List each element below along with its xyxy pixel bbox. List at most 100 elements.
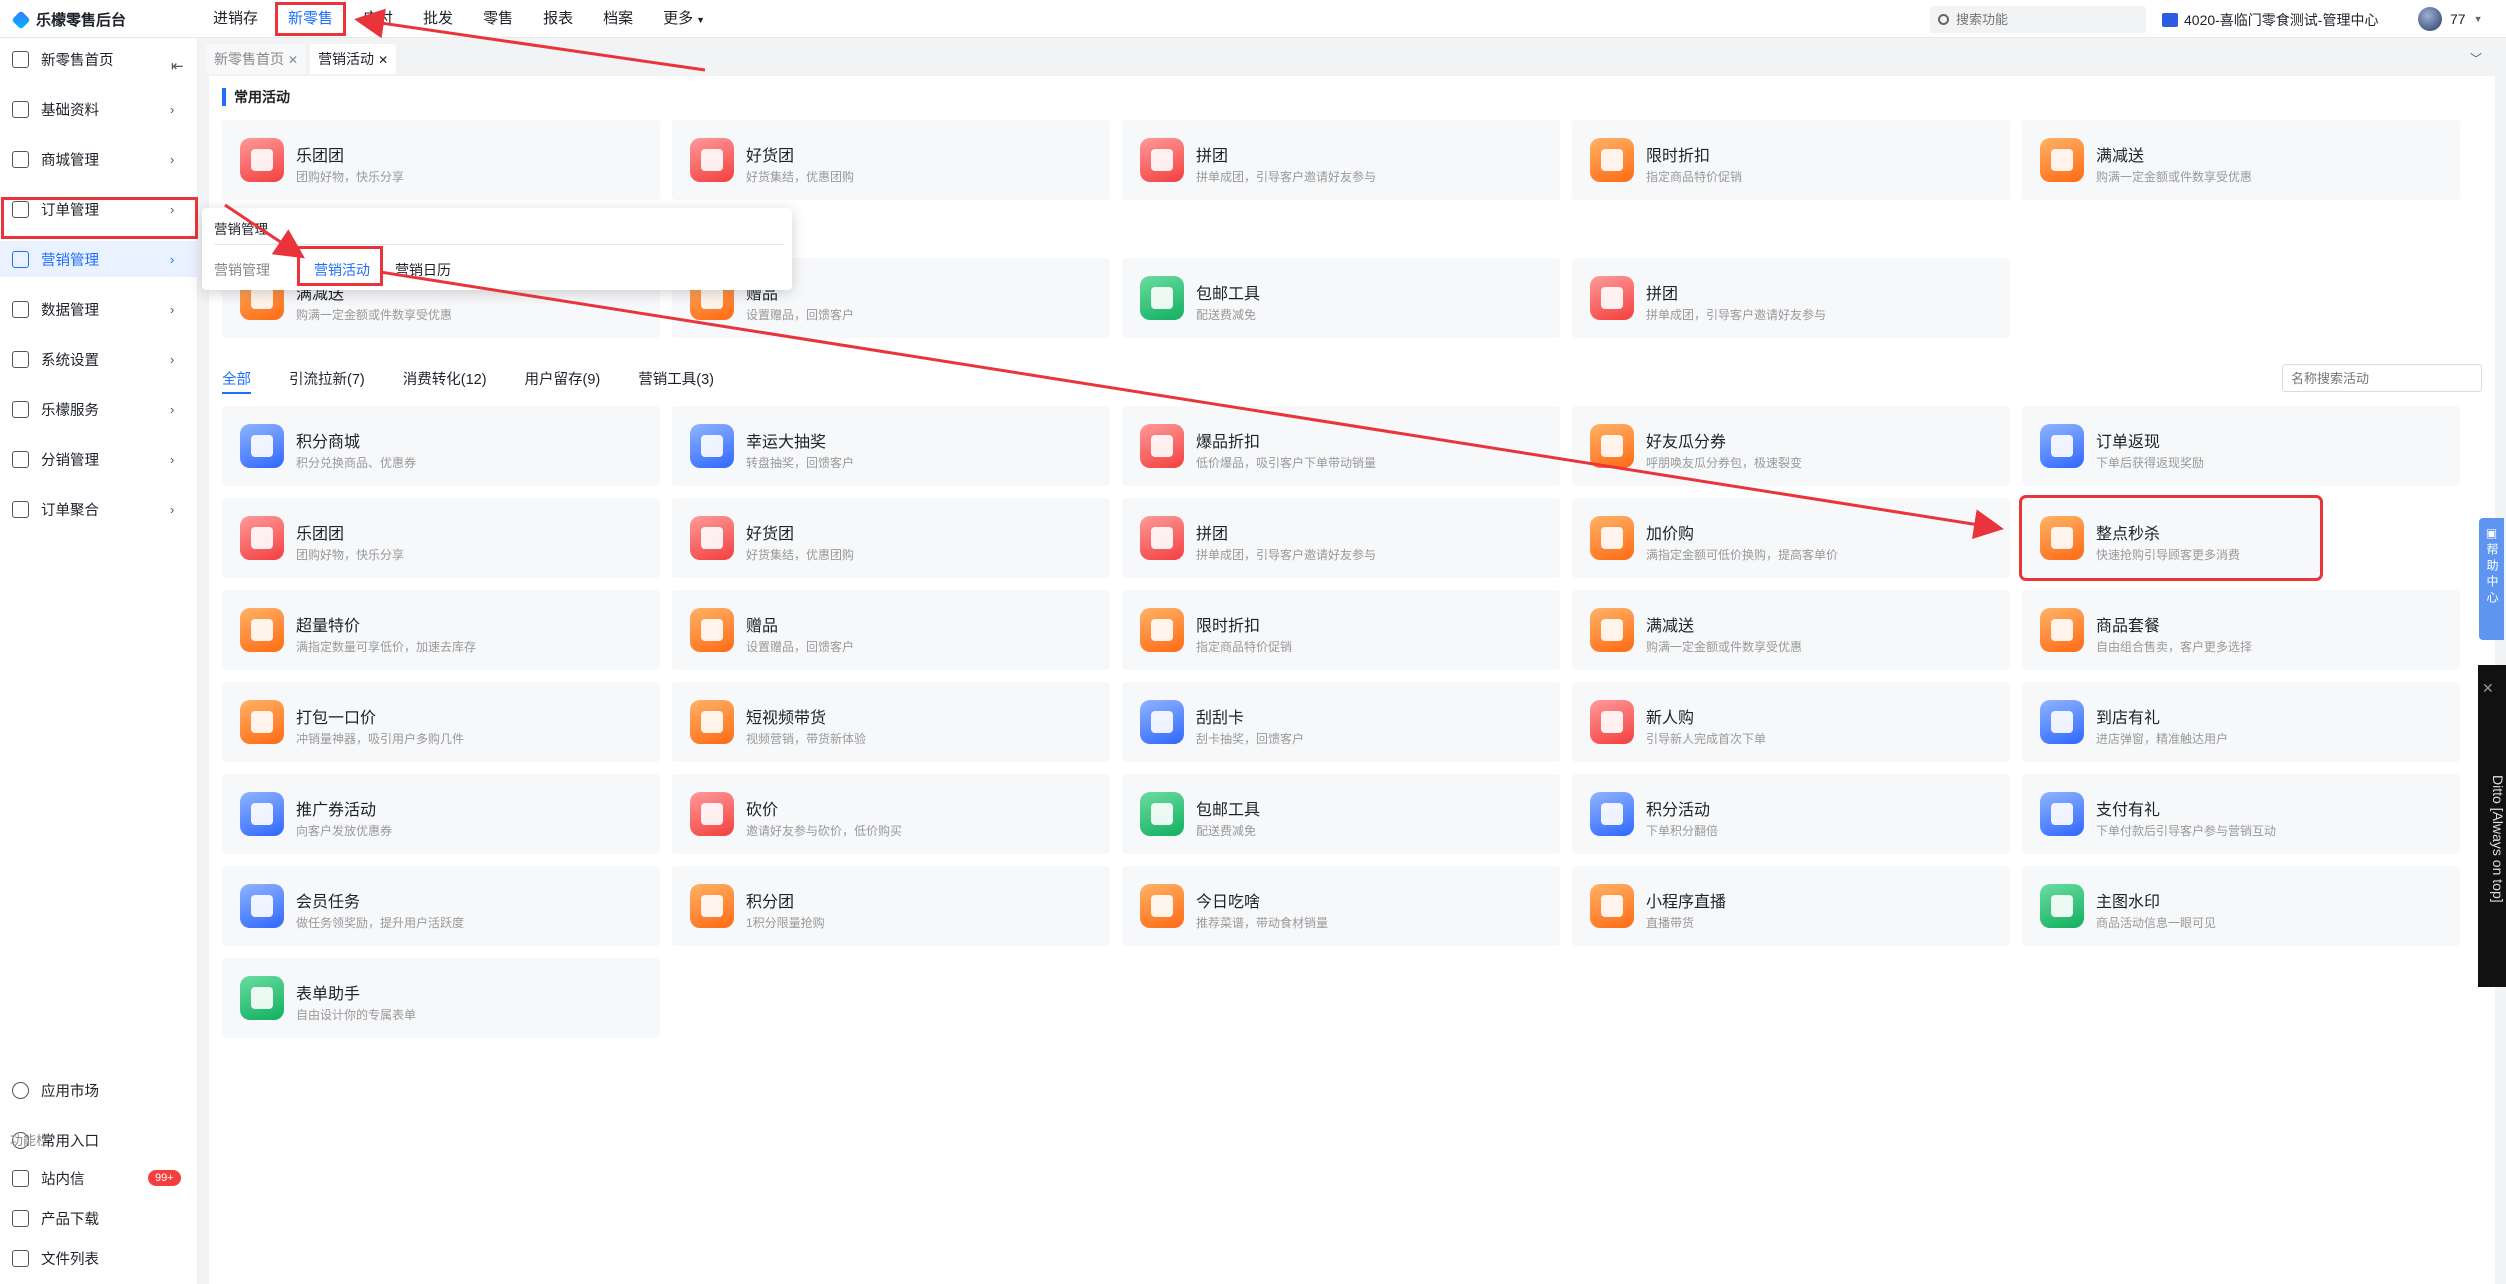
activity-card[interactable]: 乐团团 团购好物，快乐分享 bbox=[222, 120, 660, 200]
topnav-label: 批发 bbox=[423, 10, 454, 27]
ditto-label: Ditto [Always on top] bbox=[2490, 775, 2506, 903]
activity-card[interactable]: 整点秒杀 快速抢购引导顾客更多消费 bbox=[2019, 495, 2323, 581]
ditto-window[interactable]: Ditto [Always on top] bbox=[2478, 665, 2506, 987]
topnav-item[interactable]: 新零售 bbox=[273, 0, 348, 38]
topnav-item[interactable]: 更多 ▼ bbox=[648, 0, 720, 38]
new-user-icon bbox=[1590, 700, 1634, 744]
activity-card[interactable]: 限时折扣 指定商品特价促销 bbox=[1122, 590, 1560, 670]
activity-card[interactable]: 包邮工具 配送费减免 bbox=[1122, 258, 1560, 338]
activity-card[interactable]: 包邮工具 配送费减免 bbox=[1122, 774, 1560, 854]
activity-card[interactable]: 好货团 好货集结，优惠团购 bbox=[672, 120, 1110, 200]
activity-card[interactable]: 打包一口价 冲销量神器，吸引用户多购几件 bbox=[222, 682, 660, 762]
activity-card[interactable]: 积分活动 下单积分翻倍 bbox=[1572, 774, 2010, 854]
activity-card[interactable]: 主图水印 商品活动信息一眼可见 bbox=[2022, 866, 2460, 946]
activity-title: 幸运大抽奖 bbox=[746, 434, 827, 451]
sidebar-item[interactable]: 订单聚合 › bbox=[0, 491, 198, 527]
activity-title: 拼团 bbox=[1196, 148, 1229, 165]
chart-icon bbox=[12, 300, 29, 318]
sidebar-item[interactable]: 乐檬服务 › bbox=[0, 391, 198, 427]
activity-card[interactable]: 乐团团 团购好物，快乐分享 bbox=[222, 498, 660, 578]
user-menu[interactable]: 77 ▼ bbox=[2418, 7, 2483, 31]
sidebar-item[interactable]: 基础资料 › bbox=[0, 91, 198, 127]
activity-card[interactable]: 赠品 设置赠品，回馈客户 bbox=[672, 590, 1110, 670]
activity-title: 限时折扣 bbox=[1646, 148, 1711, 165]
tabs-dropdown-icon[interactable]: ﹀ bbox=[2470, 50, 2482, 67]
activity-card[interactable]: 订单返现 下单后获得返现奖励 bbox=[2022, 406, 2460, 486]
activity-card[interactable]: 满减送 购满一定金额或件数享受优惠 bbox=[1572, 590, 2010, 670]
topnav-item[interactable]: 报表 bbox=[528, 0, 588, 38]
activity-desc: 进店弹窗，精准触达用户 bbox=[2096, 732, 2229, 746]
sidebar-item[interactable]: 新零售首页 bbox=[0, 41, 198, 77]
filter-tab[interactable]: 全部 bbox=[222, 368, 251, 394]
activity-desc: 拼单成团，引导客户邀请好友参与 bbox=[1196, 170, 1377, 184]
topnav-item[interactable]: 零售 bbox=[468, 0, 528, 38]
activity-card[interactable]: 好货团 好货集结，优惠团购 bbox=[672, 498, 1110, 578]
activity-card[interactable]: 限时折扣 指定商品特价促销 bbox=[1572, 120, 2010, 200]
activity-card[interactable]: 积分团 1积分限量抢购 bbox=[672, 866, 1110, 946]
activity-desc: 满指定金额可低价换购，提高客单价 bbox=[1646, 548, 1839, 562]
sidebar-bottom-item[interactable]: 应用市场 bbox=[0, 1072, 198, 1108]
sidebar-item[interactable]: 分销管理 › bbox=[0, 441, 198, 477]
sidebar-item[interactable]: 系统设置 › bbox=[0, 341, 198, 377]
activity-card[interactable]: 商品套餐 自由组合售卖，客户更多选择 bbox=[2022, 590, 2460, 670]
function-search[interactable] bbox=[1930, 6, 2146, 33]
activity-card[interactable]: 今日吃啥 推荐菜谱，带动食材销量 bbox=[1122, 866, 1560, 946]
activity-card[interactable]: 加价购 满指定金额可低价换购，提高客单价 bbox=[1572, 498, 2010, 578]
close-icon[interactable]: ✕ bbox=[2482, 680, 2494, 697]
help-center-tab[interactable]: ▣ 帮助中心 bbox=[2479, 518, 2504, 640]
unread-badge: 99+ bbox=[148, 1170, 181, 1186]
close-tab-icon[interactable]: ✕ bbox=[288, 53, 298, 67]
filter-tab[interactable]: 消费转化(12) bbox=[403, 368, 487, 394]
close-tab-icon[interactable]: ✕ bbox=[378, 53, 388, 67]
store-switcher[interactable]: 4020-喜临门零食测试-管理中心 bbox=[2162, 10, 2378, 30]
activity-card[interactable]: 拼团拼单成团，引导客户邀请好友参与 bbox=[1122, 120, 1560, 200]
filter-tab[interactable]: 用户留存(9) bbox=[525, 368, 601, 394]
sidebar-item[interactable]: 商城管理 › bbox=[0, 141, 198, 177]
sidebar-item-label: 乐檬服务 bbox=[41, 402, 99, 419]
sidebar-tool-item[interactable]: 站内信 99+ bbox=[0, 1160, 198, 1196]
sidebar-tool-item[interactable]: 文件列表 bbox=[0, 1240, 198, 1276]
alarm-clock-icon bbox=[1590, 138, 1634, 182]
activity-card[interactable]: 幸运大抽奖 转盘抽奖，回馈客户 bbox=[672, 406, 1110, 486]
activity-card[interactable]: 砍价 邀请好友参与砍价，低价购买 bbox=[672, 774, 1110, 854]
activity-card[interactable]: 支付有礼 下单付款后引导客户参与营销互动 bbox=[2022, 774, 2460, 854]
page-tab[interactable]: 营销活动 ✕ bbox=[310, 44, 397, 74]
topnav-item[interactable]: 应付 bbox=[348, 0, 408, 38]
activity-card[interactable]: 满减送 购满一定金额或件数享受优惠 bbox=[2022, 120, 2460, 200]
app-market-icon bbox=[12, 1081, 29, 1099]
topnav-item[interactable]: 批发 bbox=[408, 0, 468, 38]
page-tab[interactable]: 新零售首页 ✕ bbox=[206, 44, 307, 74]
activity-card[interactable]: 到店有礼 进店弹窗，精准触达用户 bbox=[2022, 682, 2460, 762]
marketing-icon bbox=[12, 250, 29, 268]
activity-card[interactable]: 表单助手 自由设计你的专属表单 bbox=[222, 958, 660, 1038]
search-input[interactable] bbox=[1956, 12, 2126, 27]
filter-tab[interactable]: 引流拉新(7) bbox=[289, 368, 365, 394]
gear-icon bbox=[12, 350, 29, 368]
activity-card[interactable]: 爆品折扣 低价爆品，吸引客户下单带动销量 bbox=[1122, 406, 1560, 486]
activity-search-input[interactable] bbox=[2282, 364, 2482, 392]
activity-title: 积分商城 bbox=[296, 434, 361, 451]
sidebar-item[interactable]: 数据管理 › bbox=[0, 291, 198, 327]
activity-card[interactable]: 会员任务 做任务领奖励，提升用户活跃度 bbox=[222, 866, 660, 946]
sidebar-item[interactable]: 营销管理 › bbox=[0, 241, 198, 277]
activity-card[interactable]: 超量特价 满指定数量可享低价，加速去库存 bbox=[222, 590, 660, 670]
activity-desc: 推荐菜谱，带动食材销量 bbox=[1196, 916, 1329, 930]
watermark-icon bbox=[2040, 884, 2084, 928]
app-logo[interactable]: 乐檬零售后台 bbox=[11, 9, 126, 30]
activity-card[interactable]: 短视频带货 视频营销，带货新体验 bbox=[672, 682, 1110, 762]
activity-card[interactable]: 推广券活动 向客户发放优惠券 bbox=[222, 774, 660, 854]
submenu-item-marketing-management[interactable]: 营销管理 bbox=[214, 260, 270, 280]
sidebar-tool-item[interactable]: 产品下载 bbox=[0, 1200, 198, 1236]
activity-card[interactable]: 积分商城 积分兑换商品、优惠券 bbox=[222, 406, 660, 486]
activity-card[interactable]: 新人购 引导新人完成首次下单 bbox=[1572, 682, 2010, 762]
sidebar-item-label: 新零售首页 bbox=[41, 52, 114, 69]
submenu-item-marketing-calendar[interactable]: 营销日历 bbox=[395, 260, 451, 280]
topnav-item[interactable]: 进销存 bbox=[198, 0, 273, 38]
topnav-item[interactable]: 档案 bbox=[588, 0, 648, 38]
activity-card[interactable]: 拼团 拼单成团，引导客户邀请好友参与 bbox=[1122, 498, 1560, 578]
activity-card[interactable]: 好友瓜分券 呼朋唤友瓜分券包，极速裂变 bbox=[1572, 406, 2010, 486]
activity-card[interactable]: 小程序直播 直播带货 bbox=[1572, 866, 2010, 946]
activity-card[interactable]: 刮刮卡 刮卡抽奖，回馈客户 bbox=[1122, 682, 1560, 762]
filter-tab[interactable]: 营销工具(3) bbox=[638, 368, 714, 394]
activity-card[interactable]: 拼团 拼单成团，引导客户邀请好友参与 bbox=[1572, 258, 2010, 338]
